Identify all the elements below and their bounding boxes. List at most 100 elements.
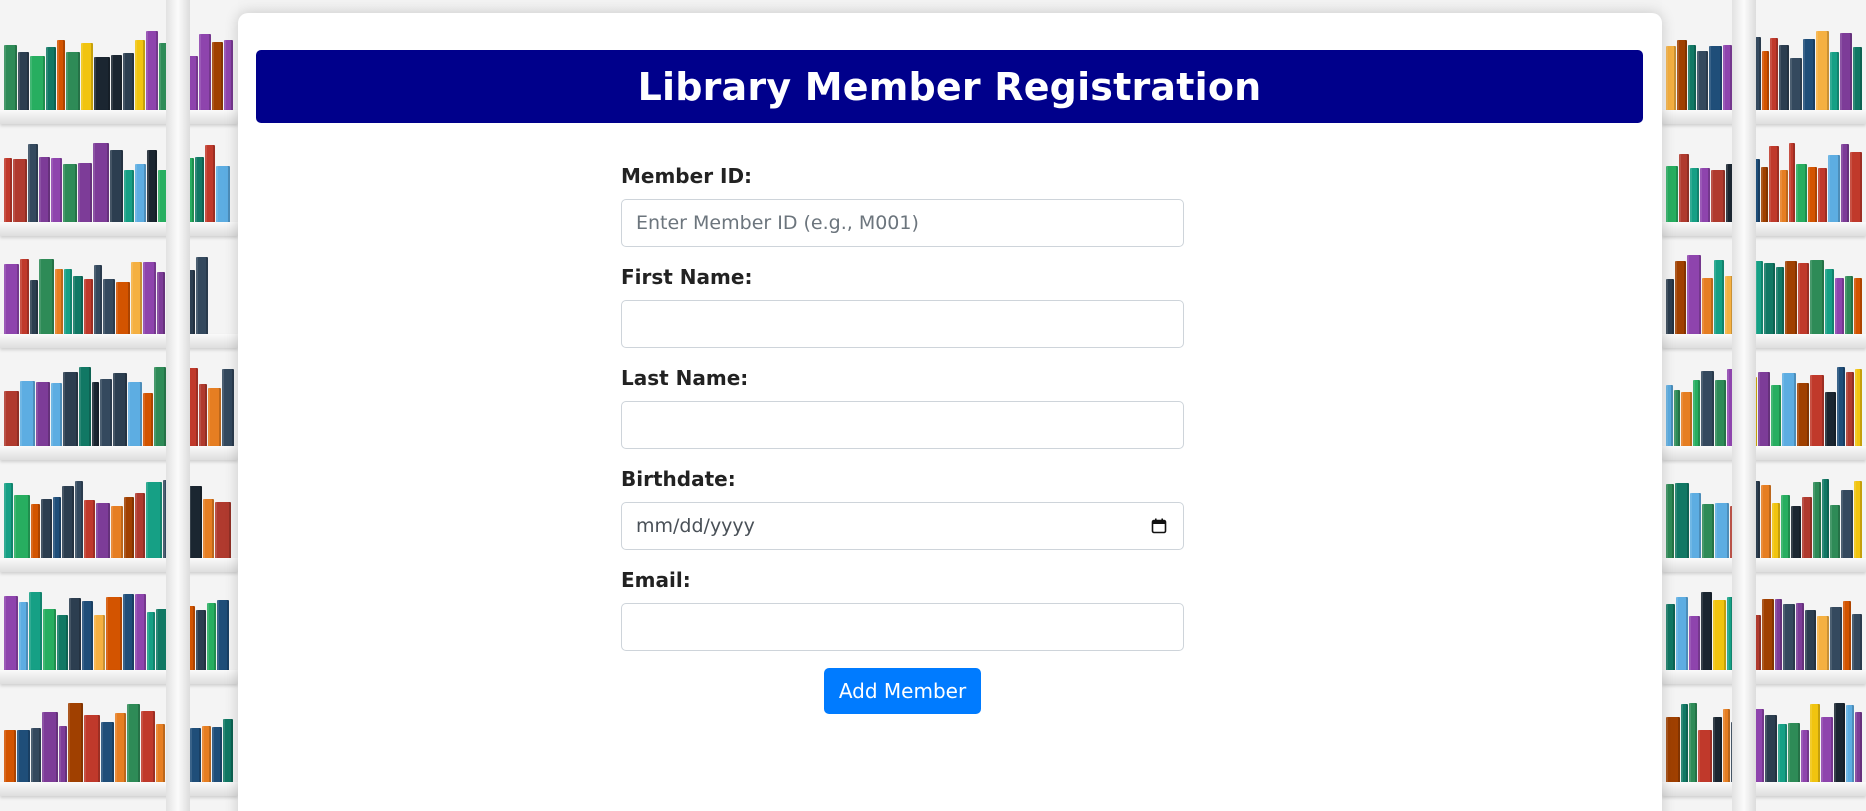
book-spine (1677, 40, 1687, 110)
book-spine (31, 504, 40, 558)
book-spine (147, 612, 155, 670)
book-row (1662, 252, 1866, 334)
book-spine (1788, 143, 1796, 222)
left-bookshelf (0, 0, 238, 811)
birthdate-group: Birthdate: mm/dd/yyyy (621, 466, 1184, 550)
book-spine (1783, 604, 1796, 670)
book-spine (195, 157, 204, 222)
book-row (0, 700, 238, 782)
book-spine (196, 257, 208, 334)
book-spine (207, 603, 216, 670)
book-spine (1843, 601, 1852, 670)
calendar-icon[interactable] (1151, 518, 1167, 534)
book-row (1662, 28, 1866, 110)
book-spine (17, 730, 30, 782)
book-spine (203, 499, 214, 558)
book-spine (135, 40, 145, 110)
book-spine (202, 726, 211, 782)
book-spine (221, 369, 234, 446)
book-spine (1816, 616, 1830, 670)
book-spine (212, 727, 222, 782)
book-spine (51, 158, 62, 222)
book-spine (135, 594, 146, 670)
book-spine (1697, 51, 1709, 110)
book-spine (1673, 390, 1681, 446)
book-spine (59, 726, 67, 782)
book-spine (62, 486, 74, 558)
book-spine (1768, 146, 1780, 222)
add-member-button[interactable]: Add Member (823, 668, 982, 714)
book-spine (1816, 31, 1830, 110)
book-spine (1803, 39, 1816, 110)
book-spine (1666, 279, 1675, 334)
book-spine (53, 497, 61, 558)
book-row (0, 252, 238, 334)
book-spine (103, 279, 115, 334)
book-spine (124, 170, 134, 222)
shelf-row (1662, 692, 1866, 796)
shelf-row (0, 356, 238, 460)
book-spine (1800, 730, 1809, 782)
book-spine (1796, 164, 1808, 222)
book-spine (84, 500, 95, 558)
book-spine (208, 388, 221, 446)
book-spine (63, 164, 77, 222)
book-spine (1772, 503, 1781, 558)
last-name-input[interactable] (621, 401, 1184, 449)
book-spine (1700, 168, 1711, 222)
book-spine (1769, 38, 1779, 110)
book-spine (1693, 380, 1700, 446)
book-spine (113, 373, 128, 446)
book-spine (1796, 603, 1804, 670)
book-spine (64, 269, 72, 334)
book-spine (79, 367, 92, 446)
book-spine (94, 57, 110, 110)
book-spine (84, 279, 93, 334)
book-spine (1687, 255, 1701, 334)
member-id-input[interactable]: Enter Member ID (e.g., M001) (621, 199, 1184, 247)
book-spine (93, 143, 109, 222)
book-spine (63, 372, 79, 446)
submit-row: Add Member (621, 668, 1184, 714)
book-spine (216, 166, 230, 222)
book-spine (123, 53, 134, 110)
first-name-input[interactable] (621, 300, 1184, 348)
book-spine (42, 712, 58, 782)
book-spine (1853, 481, 1862, 558)
email-group: Email: (621, 567, 1184, 651)
book-spine (1722, 709, 1730, 782)
shelf-row (0, 20, 238, 124)
book-spine (18, 52, 29, 110)
book-spine (4, 45, 17, 110)
email-input[interactable] (621, 603, 1184, 651)
book-spine (1698, 730, 1712, 782)
book-spine (13, 159, 27, 222)
book-spine (69, 598, 81, 670)
book-spine (1715, 503, 1730, 558)
book-spine (4, 596, 18, 670)
book-spine (110, 150, 123, 222)
last-name-label: Last Name: (621, 366, 749, 390)
book-spine (75, 481, 83, 558)
book-spine (1855, 369, 1862, 446)
book-spine (189, 486, 202, 558)
book-spine (28, 144, 38, 222)
book-spine (1757, 372, 1770, 446)
book-spine (1666, 717, 1681, 782)
book-spine (1834, 278, 1845, 334)
shelf-board (0, 558, 238, 572)
book-spine (30, 280, 38, 334)
book-spine (1712, 600, 1726, 670)
book-spine (1775, 267, 1784, 334)
birthdate-placeholder: mm/dd/yyyy (636, 515, 755, 537)
book-spine (196, 610, 206, 670)
book-spine (1762, 599, 1774, 670)
birthdate-input[interactable]: mm/dd/yyyy (621, 502, 1184, 550)
book-spine (1761, 167, 1768, 222)
book-row (0, 588, 238, 670)
book-spine (31, 728, 41, 782)
shelf-row (1662, 132, 1866, 236)
book-spine (1809, 704, 1820, 782)
right-bookshelf (1662, 0, 1866, 811)
book-spine (154, 367, 167, 446)
